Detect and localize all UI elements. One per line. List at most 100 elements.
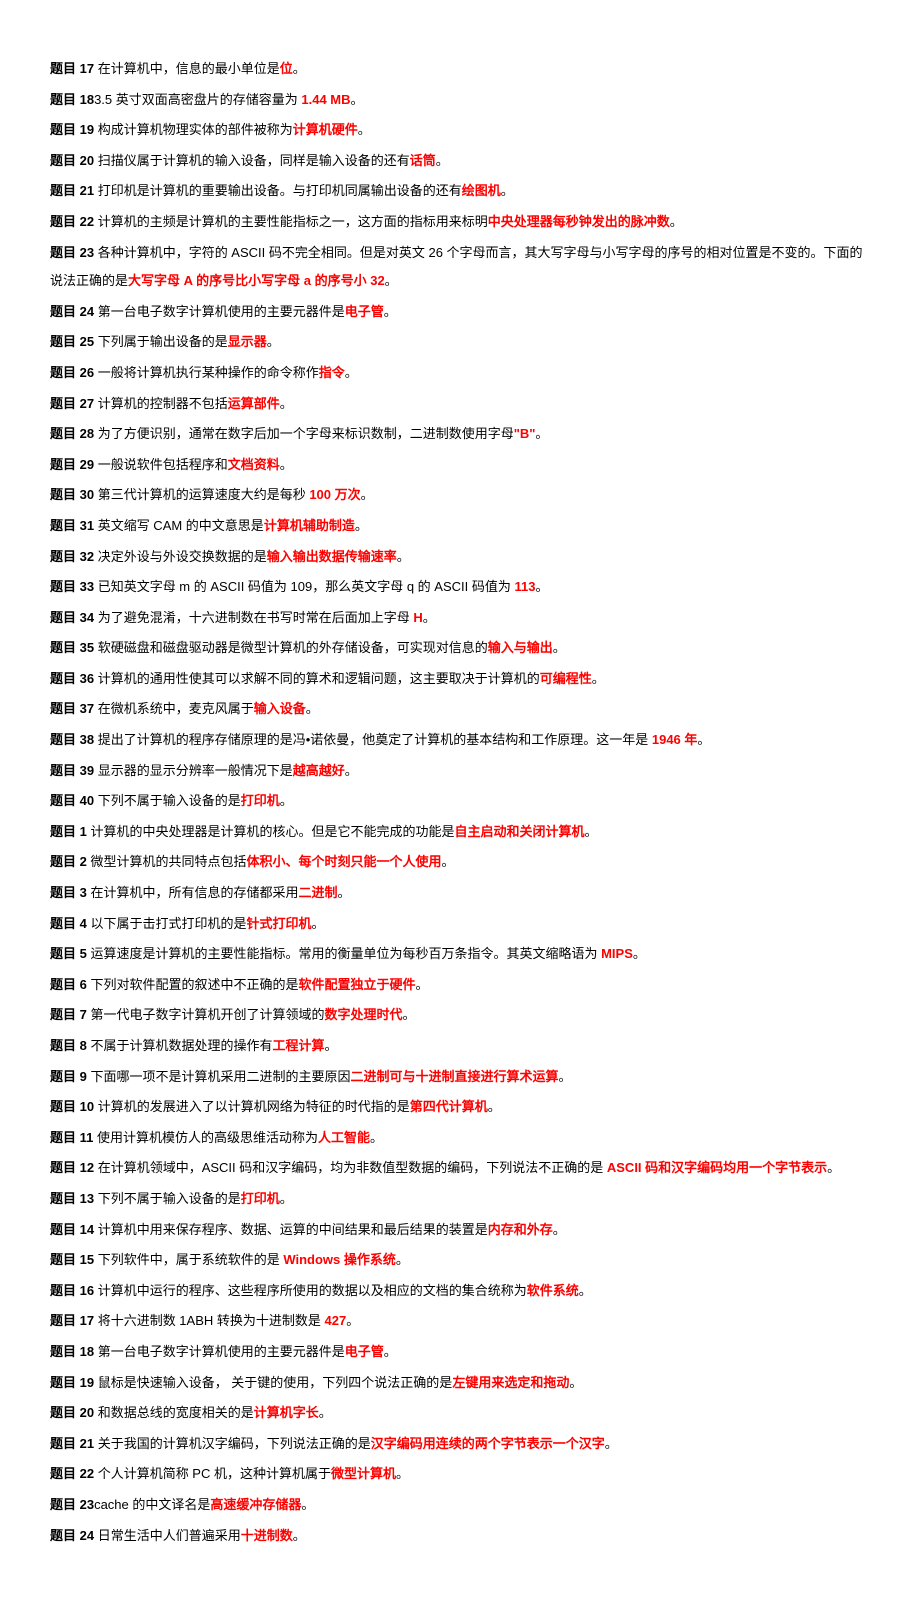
question-text: 在计算机中，信息的最小单位是	[94, 61, 280, 76]
question-text: 下列属于输出设备的是	[94, 334, 228, 349]
question-suffix: 。	[423, 610, 436, 625]
question-label: 题目 29	[50, 457, 94, 472]
question-item: 题目 32 决定外设与外设交换数据的是输入输出数据传输速率。	[50, 543, 870, 572]
question-text: 运算速度是计算机的主要性能指标。常用的衡量单位为每秒百万条指令。其英文缩略语为	[87, 946, 601, 961]
answer-text: 113	[514, 579, 535, 594]
question-label: 题目 3	[50, 885, 87, 900]
question-text: 下面哪一项不是计算机采用二进制的主要原因	[87, 1069, 351, 1084]
question-suffix: 。	[584, 824, 597, 839]
question-suffix: 。	[553, 640, 566, 655]
question-suffix: 。	[402, 1007, 415, 1022]
question-item: 题目 22 个人计算机简称 PC 机，这种计算机属于微型计算机。	[50, 1460, 870, 1489]
question-label: 题目 9	[50, 1069, 87, 1084]
question-text: 决定外设与外设交换数据的是	[94, 549, 267, 564]
question-item: 题目 9 下面哪一项不是计算机采用二进制的主要原因二进制可与十进制直接进行算术运…	[50, 1063, 870, 1092]
question-suffix: 。	[384, 1344, 397, 1359]
answer-text: 数字处理时代	[324, 1007, 402, 1022]
question-text: 一般将计算机执行某种操作的命令称作	[94, 365, 319, 380]
question-label: 题目 13	[50, 1191, 94, 1206]
answer-text: 输入与输出	[488, 640, 553, 655]
question-item: 题目 19 构成计算机物理实体的部件被称为计算机硬件。	[50, 116, 870, 145]
answer-text: 汉字编码用连续的两个字节表示一个汉字	[371, 1436, 605, 1451]
question-text: 第一代电子数字计算机开创了计算领域的	[87, 1007, 325, 1022]
question-suffix: 。	[396, 1252, 409, 1267]
answer-text: 十进制数	[241, 1528, 293, 1543]
question-item: 题目 36 计算机的通用性使其可以求解不同的算术和逻辑问题，这主要取决于计算机的…	[50, 665, 870, 694]
question-item: 题目 39 显示器的显示分辨率一般情况下是越高越好。	[50, 757, 870, 786]
question-item: 题目 21 打印机是计算机的重要输出设备。与打印机同属输出设备的还有绘图机。	[50, 177, 870, 206]
question-label: 题目 17	[50, 1313, 94, 1328]
question-suffix: 。	[355, 518, 368, 533]
question-text: 计算机的主频是计算机的主要性能指标之一，这方面的指标用来标明	[94, 214, 488, 229]
answer-text: 工程计算	[272, 1038, 324, 1053]
question-text: 计算机的通用性使其可以求解不同的算术和逻辑问题，这主要取决于计算机的	[94, 671, 540, 686]
question-text: 打印机是计算机的重要输出设备。与打印机同属输出设备的还有	[94, 183, 462, 198]
question-text: 下列软件中，属于系统软件的是	[94, 1252, 283, 1267]
question-text: 为了方便识别，通常在数字后加一个字母来标识数制，二进制数使用字母	[94, 426, 514, 441]
question-suffix: 。	[267, 334, 280, 349]
question-text: 第三代计算机的运算速度大约是每秒	[94, 487, 309, 502]
question-item: 题目 28 为了方便识别，通常在数字后加一个字母来标识数制，二进制数使用字母"B…	[50, 420, 870, 449]
question-item: 题目 21 关于我国的计算机汉字编码，下列说法正确的是汉字编码用连续的两个字节表…	[50, 1430, 870, 1459]
question-suffix: 。	[396, 1466, 409, 1481]
question-text: 已知英文字母 m 的 ASCII 码值为 109，那么英文字母 q 的 ASCI…	[94, 579, 514, 594]
question-suffix: 。	[280, 396, 293, 411]
question-text: 计算机中用来保存程序、数据、运算的中间结果和最后结果的装置是	[94, 1222, 488, 1237]
answer-text: 电子管	[345, 1344, 384, 1359]
question-label: 题目 19	[50, 122, 94, 137]
question-suffix: 。	[488, 1099, 501, 1114]
answer-text: 输入设备	[254, 701, 306, 716]
question-item: 题目 18 第一台电子数字计算机使用的主要元器件是电子管。	[50, 1338, 870, 1367]
question-label: 题目 4	[50, 916, 87, 931]
answer-text: 针式打印机	[246, 916, 311, 931]
question-text: 在计算机中，所有信息的存储都采用	[87, 885, 299, 900]
answer-text: 左键用来选定和拖动	[452, 1375, 569, 1390]
question-item: 题目 13 下列不属于输入设备的是打印机。	[50, 1185, 870, 1214]
answer-text: 运算部件	[228, 396, 280, 411]
question-item: 题目 24 第一台电子数字计算机使用的主要元器件是电子管。	[50, 298, 870, 327]
question-label: 题目 24	[50, 304, 94, 319]
answer-text: "B"	[514, 426, 536, 441]
question-label: 题目 15	[50, 1252, 94, 1267]
question-label: 题目 11	[50, 1130, 93, 1145]
question-suffix: 。	[384, 304, 397, 319]
question-item: 题目 14 计算机中用来保存程序、数据、运算的中间结果和最后结果的装置是内存和外…	[50, 1216, 870, 1245]
question-label: 题目 31	[50, 518, 94, 533]
question-label: 题目 18	[50, 1344, 94, 1359]
question-label: 题目 27	[50, 396, 94, 411]
question-suffix: 。	[535, 426, 548, 441]
answer-text: 1.44 MB	[301, 92, 350, 107]
answer-text: 中央处理器每秒钟发出的脉冲数	[488, 214, 670, 229]
question-label: 题目 20	[50, 1405, 94, 1420]
answer-text: 软件配置独立于硬件	[298, 977, 415, 992]
question-text: 和数据总线的宽度相关的是	[94, 1405, 254, 1420]
question-suffix: 。	[280, 1191, 293, 1206]
answer-text: MIPS	[601, 946, 633, 961]
answer-text: 越高越好	[293, 763, 345, 778]
question-suffix: 。	[280, 457, 293, 472]
question-suffix: 。	[346, 1313, 359, 1328]
answer-text: 可编程性	[540, 671, 592, 686]
question-label: 题目 24	[50, 1528, 94, 1543]
question-text: 英文缩写 CAM 的中文意思是	[94, 518, 264, 533]
question-item: 题目 17 将十六进制数 1ABH 转换为十进制数是 427。	[50, 1307, 870, 1336]
question-text: 为了避免混淆，十六进制数在书写时常在后面加上字母	[94, 610, 413, 625]
answer-text: 体积小、每个时刻只能一个人使用	[246, 854, 441, 869]
answer-text: 计算机字长	[254, 1405, 319, 1420]
question-text: 第一台电子数字计算机使用的主要元器件是	[94, 304, 345, 319]
question-label: 题目 12	[50, 1160, 94, 1175]
question-text: 下列不属于输入设备的是	[94, 793, 241, 808]
question-item: 题目 11 使用计算机模仿人的高级思维活动称为人工智能。	[50, 1124, 870, 1153]
question-text: 3.5 英寸双面高密盘片的存储容量为	[94, 92, 301, 107]
answer-text: 话筒	[410, 153, 436, 168]
question-suffix: 。	[337, 885, 350, 900]
question-text: 构成计算机物理实体的部件被称为	[94, 122, 293, 137]
answer-text: 二进制可与十进制直接进行算术运算	[350, 1069, 558, 1084]
question-label: 题目 5	[50, 946, 87, 961]
question-suffix: 。	[280, 793, 293, 808]
question-item: 题目 24 日常生活中人们普遍采用十进制数。	[50, 1522, 870, 1551]
question-item: 题目 31 英文缩写 CAM 的中文意思是计算机辅助制造。	[50, 512, 870, 541]
question-label: 题目 20	[50, 153, 94, 168]
question-text: 显示器的显示分辨率一般情况下是	[94, 763, 293, 778]
question-text: 下列不属于输入设备的是	[94, 1191, 241, 1206]
